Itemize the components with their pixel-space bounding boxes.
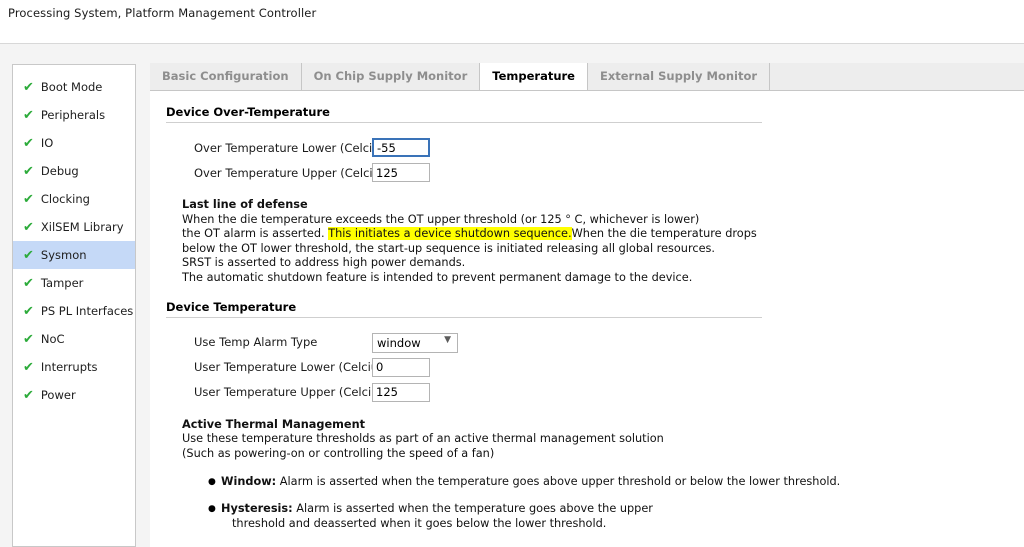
over-temp-upper-label: Over Temperature Upper (Celcius) bbox=[194, 165, 391, 180]
sidebar-item-label: Sysmon bbox=[40, 248, 87, 262]
alarm-type-select[interactable]: window hysteresis bbox=[372, 333, 458, 354]
note-line-1: When the die temperature exceeds the OT … bbox=[182, 212, 700, 226]
active-thermal-note: Active Thermal Management Use these temp… bbox=[182, 418, 1024, 462]
check-icon: ✔ bbox=[23, 303, 34, 319]
tab-on-chip-supply-monitor[interactable]: On Chip Supply Monitor bbox=[301, 63, 481, 90]
field-row-over-temp-lower: Over Temperature Lower (Celcius) bbox=[194, 135, 1024, 160]
bullet-window-text: Alarm is asserted when the temperature g… bbox=[276, 475, 841, 489]
tab-basic-configuration[interactable]: Basic Configuration bbox=[150, 63, 302, 90]
check-icon: ✔ bbox=[23, 219, 34, 235]
note-title: Last line of defense bbox=[182, 198, 308, 211]
window-header: Processing System, Platform Management C… bbox=[0, 0, 1024, 44]
alarm-type-select-wrap: window hysteresis ▼ bbox=[372, 332, 458, 354]
active-thermal-title: Active Thermal Management bbox=[182, 417, 366, 431]
user-temp-lower-input[interactable] bbox=[372, 357, 430, 377]
sidebar-item-tamper[interactable]: ✔ Tamper bbox=[13, 269, 135, 297]
bullet-icon: ● bbox=[208, 503, 216, 514]
check-icon: ✔ bbox=[23, 191, 34, 207]
field-row-alarm-type: Use Temp Alarm Type window hysteresis ▼ bbox=[194, 330, 1024, 355]
section-heading-over-temperature: Device Over-Temperature bbox=[166, 105, 330, 119]
over-temp-upper-input[interactable] bbox=[372, 163, 430, 182]
sidebar-item-label: XilSEM Library bbox=[40, 220, 124, 234]
sidebar: ✔ Boot Mode ✔ Peripherals ✔ IO ✔ Debug ✔… bbox=[12, 64, 136, 547]
check-icon: ✔ bbox=[23, 359, 34, 375]
bullet-window: ● Window: Alarm is asserted when the tem… bbox=[208, 475, 1024, 490]
bullet-icon: ● bbox=[208, 477, 216, 488]
tab-temperature[interactable]: Temperature bbox=[480, 63, 588, 90]
sidebar-item-label: IO bbox=[40, 136, 54, 150]
check-icon: ✔ bbox=[23, 135, 34, 151]
body-area: ✔ Boot Mode ✔ Peripherals ✔ IO ✔ Debug ✔… bbox=[0, 44, 1024, 547]
section-divider bbox=[166, 122, 762, 123]
sidebar-item-io[interactable]: ✔ IO bbox=[13, 129, 135, 157]
over-temp-lower-label: Over Temperature Lower (Celcius) bbox=[194, 140, 390, 155]
check-icon: ✔ bbox=[23, 331, 34, 347]
note-line-3: below the OT lower threshold, the start-… bbox=[182, 241, 716, 255]
note-line-2: the OT alarm is asserted. This initiates… bbox=[182, 227, 1024, 242]
sidebar-item-label: Interrupts bbox=[40, 360, 98, 374]
tab-external-supply-monitor[interactable]: External Supply Monitor bbox=[587, 63, 771, 90]
alarm-type-label: Use Temp Alarm Type bbox=[194, 335, 318, 350]
sidebar-item-label: Boot Mode bbox=[40, 80, 103, 94]
user-temp-upper-label: User Temperature Upper (Celcius) bbox=[194, 385, 389, 400]
sidebar-item-noc[interactable]: ✔ NoC bbox=[13, 325, 135, 353]
last-line-of-defense-note: Last line of defense When the die temper… bbox=[182, 198, 1024, 286]
check-icon: ✔ bbox=[23, 79, 34, 95]
note-highlight: This initiates a device shutdown sequenc… bbox=[328, 227, 572, 241]
sidebar-item-label: PS PL Interfaces bbox=[40, 304, 134, 318]
active-thermal-bullets: ● Window: Alarm is asserted when the tem… bbox=[208, 475, 1024, 531]
note-line-4: SRST is asserted to address high power d… bbox=[182, 256, 466, 270]
section-divider bbox=[166, 316, 762, 318]
sidebar-item-label: Debug bbox=[40, 164, 79, 178]
sidebar-item-label: Tamper bbox=[40, 276, 84, 290]
bullet-hysteresis-text: Alarm is asserted when the temperature g… bbox=[292, 501, 653, 515]
active-thermal-line-2: (Such as powering-on or controlling the … bbox=[182, 446, 495, 460]
check-icon: ✔ bbox=[23, 107, 34, 123]
sidebar-item-label: Power bbox=[40, 388, 76, 402]
check-icon: ✔ bbox=[23, 247, 34, 263]
over-temp-lower-input[interactable] bbox=[372, 138, 430, 157]
sidebar-item-label: Clocking bbox=[40, 192, 90, 206]
sidebar-item-sysmon[interactable]: ✔ Sysmon bbox=[13, 241, 135, 269]
field-row-over-temp-upper: Over Temperature Upper (Celcius) bbox=[194, 160, 1024, 185]
main-column: Basic Configuration On Chip Supply Monit… bbox=[150, 63, 1024, 547]
sidebar-item-label: Peripherals bbox=[40, 108, 106, 122]
bullet-hysteresis-text-line2: threshold and deasserted when it goes be… bbox=[232, 516, 607, 530]
check-icon: ✔ bbox=[23, 387, 34, 403]
sidebar-item-xilsem-library[interactable]: ✔ XilSEM Library bbox=[13, 213, 135, 241]
sidebar-item-debug[interactable]: ✔ Debug bbox=[13, 157, 135, 185]
field-row-user-temp-lower: User Temperature Lower (Celcius) bbox=[194, 355, 1024, 380]
tab-strip-filler bbox=[770, 63, 1024, 90]
active-thermal-line-1: Use these temperature thresholds as part… bbox=[182, 432, 664, 446]
bullet-hysteresis-term: Hysteresis: bbox=[221, 501, 293, 515]
note-line-2-pre: the OT alarm is asserted. bbox=[182, 227, 325, 241]
check-icon: ✔ bbox=[23, 275, 34, 291]
device-temperature-fields: Use Temp Alarm Type window hysteresis ▼ … bbox=[150, 330, 1024, 405]
sidebar-item-label: NoC bbox=[40, 332, 65, 346]
note-line-5: The automatic shutdown feature is intend… bbox=[182, 270, 693, 284]
note-line-2-post: When the die temperature drops bbox=[571, 227, 757, 241]
check-icon: ✔ bbox=[23, 163, 34, 179]
sidebar-item-boot-mode[interactable]: ✔ Boot Mode bbox=[13, 73, 135, 101]
sidebar-item-interrupts[interactable]: ✔ Interrupts bbox=[13, 353, 135, 381]
page-title: Processing System, Platform Management C… bbox=[8, 6, 317, 20]
user-temp-lower-label: User Temperature Lower (Celcius) bbox=[194, 360, 389, 375]
section-heading-device-temperature: Device Temperature bbox=[166, 299, 297, 314]
sidebar-item-peripherals[interactable]: ✔ Peripherals bbox=[13, 101, 135, 129]
sidebar-item-ps-pl-interfaces[interactable]: ✔ PS PL Interfaces bbox=[13, 297, 135, 325]
over-temperature-fields: Over Temperature Lower (Celcius) Over Te… bbox=[150, 135, 1024, 185]
tab-strip: Basic Configuration On Chip Supply Monit… bbox=[150, 63, 1024, 91]
bullet-window-term: Window: bbox=[221, 475, 277, 489]
sidebar-item-power[interactable]: ✔ Power bbox=[13, 381, 135, 409]
field-row-user-temp-upper: User Temperature Upper (Celcius) bbox=[194, 380, 1024, 405]
temperature-panel: Device Over-Temperature Over Temperature… bbox=[150, 91, 1024, 547]
bullet-hysteresis: ● Hysteresis: Alarm is asserted when the… bbox=[208, 502, 1024, 531]
user-temp-upper-input[interactable] bbox=[372, 382, 430, 402]
sidebar-item-clocking[interactable]: ✔ Clocking bbox=[13, 185, 135, 213]
